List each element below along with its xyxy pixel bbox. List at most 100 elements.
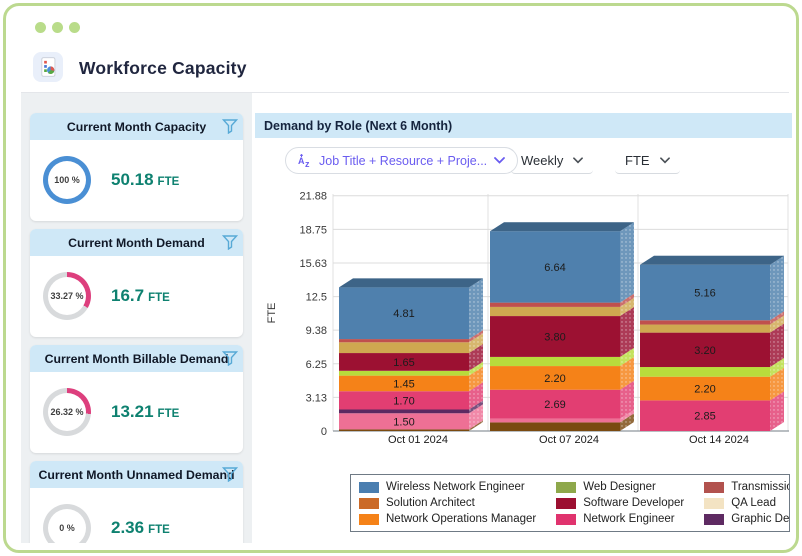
- chart-legend: Wireless Network Engineer Solution Archit…: [350, 474, 790, 532]
- fte-unit: FTE: [157, 408, 180, 420]
- unit-dropdown-label: FTE: [625, 152, 650, 168]
- bar-segment[interactable]: [339, 342, 469, 354]
- chevron-down-icon: [573, 156, 584, 163]
- legend-item[interactable]: Graphic Designer: [704, 513, 789, 525]
- fte-value-group: 50.18 FTE: [111, 170, 179, 190]
- percent-ring: 26.32 %: [43, 388, 91, 436]
- filter-icon[interactable]: [222, 350, 238, 366]
- window-dot-icon[interactable]: [69, 22, 80, 33]
- segment-value-label: 6.64: [544, 262, 565, 274]
- bar-segment[interactable]: [490, 356, 620, 367]
- card-current-month-billable-demand: Current Month Billable Demand 26.32 % 13…: [30, 345, 243, 453]
- segment-value-label: 2.69: [544, 399, 565, 411]
- percent-label: 100 %: [54, 175, 80, 185]
- segment-value-label: 1.45: [393, 378, 414, 390]
- bar-top-face-shade: [339, 278, 483, 288]
- bar-top-face-shade: [640, 255, 784, 265]
- demand-by-role-chart: 03.136.259.3812.515.6318.7521.88FTE1.501…: [266, 191, 789, 446]
- window-traffic-dots: [35, 22, 80, 33]
- card-body: 100 % 50.18 FTE: [30, 140, 243, 204]
- segment-value-label: 3.20: [694, 345, 715, 357]
- legend-item[interactable]: Software Developer: [556, 497, 684, 509]
- filter-icon[interactable]: [222, 234, 238, 250]
- capacity-sidebar: Current Month Capacity 100 % 50.18 FTE Cu…: [21, 93, 252, 543]
- y-tick-label: 21.88: [299, 191, 327, 203]
- card-body: 0 % 2.36 FTE: [30, 488, 243, 543]
- interval-dropdown[interactable]: Weekly: [511, 147, 594, 174]
- card-body: 33.27 % 16.7 FTE: [30, 256, 243, 320]
- fte-value: 50.18: [111, 170, 154, 189]
- x-axis-label: Oct 14 2024: [689, 434, 749, 446]
- legend-item[interactable]: Network Operations Manager: [359, 513, 536, 525]
- sort-dropdown-label: Job Title + Resource + Proje...: [319, 153, 488, 168]
- segment-value-label: 2.85: [694, 411, 715, 423]
- segment-value-label: 1.70: [393, 395, 414, 407]
- card-title: Current Month Capacity: [66, 119, 207, 134]
- legend-item[interactable]: Web Designer: [556, 481, 684, 493]
- bar-segment[interactable]: [640, 324, 770, 333]
- bar-oct-01-2024: 1.50 1.70 1.45 1.65 4.81: [339, 278, 483, 431]
- legend-label: Solution Architect: [386, 497, 475, 509]
- bar-segment[interactable]: [339, 409, 469, 414]
- unit-dropdown[interactable]: FTE: [615, 147, 680, 174]
- legend-item[interactable]: QA Lead: [704, 497, 789, 509]
- svg-text:A: A: [298, 156, 305, 166]
- segment-value-label: 2.20: [694, 384, 715, 396]
- legend-item[interactable]: Transmission Engineer: [704, 481, 789, 493]
- legend-swatch-icon: [704, 481, 725, 493]
- legend-label: Wireless Network Engineer: [386, 481, 525, 493]
- panel-header: Demand by Role (Next 6 Month): [255, 113, 792, 138]
- bar-segment[interactable]: [339, 370, 469, 376]
- segment-value-label: 4.81: [393, 308, 414, 320]
- bar-segment[interactable]: [490, 306, 620, 317]
- card-header: Current Month Unnamed Demand: [30, 461, 243, 488]
- fte-value-group: 2.36 FTE: [111, 518, 170, 538]
- legend-swatch-icon: [556, 481, 577, 493]
- card-current-month-demand: Current Month Demand 33.27 % 16.7 FTE: [30, 229, 243, 337]
- percent-label: 0 %: [59, 523, 75, 533]
- fte-unit: FTE: [157, 176, 180, 188]
- percent-label: 26.32 %: [50, 407, 84, 417]
- app-window: Workforce Capacity Current Month Capacit…: [3, 3, 799, 553]
- window-dot-icon[interactable]: [52, 22, 63, 33]
- percent-label: 33.27 %: [50, 291, 84, 301]
- y-tick-label: 18.75: [299, 224, 327, 236]
- segment-value-label: 2.20: [544, 373, 565, 385]
- segment-value-label: 1.50: [393, 416, 414, 428]
- fte-value: 13.21: [111, 402, 154, 421]
- legend-swatch-icon: [556, 497, 577, 509]
- window-dot-icon[interactable]: [35, 22, 46, 33]
- bar-segment[interactable]: [490, 302, 620, 307]
- legend-item[interactable]: Wireless Network Engineer: [359, 481, 536, 493]
- fte-unit: FTE: [148, 524, 170, 536]
- sort-dropdown[interactable]: A z Job Title + Resource + Proje...: [285, 147, 519, 174]
- demand-by-role-panel: Demand by Role (Next 6 Month) A z Job Ti…: [255, 113, 792, 543]
- filter-icon[interactable]: [222, 118, 238, 134]
- legend-label: Software Developer: [583, 497, 685, 509]
- bar-segment[interactable]: [339, 429, 469, 431]
- percent-ring: 33.27 %: [43, 272, 91, 320]
- x-axis-label: Oct 07 2024: [539, 434, 599, 446]
- workforce-report-icon: [33, 52, 63, 82]
- y-tick-label: 12.5: [306, 292, 327, 304]
- legend-swatch-icon: [359, 497, 379, 509]
- bar-segment[interactable]: [640, 367, 770, 377]
- y-tick-label: 3.13: [306, 392, 327, 404]
- bar-segment[interactable]: [339, 339, 469, 343]
- segment-value-label: 1.65: [393, 357, 414, 369]
- fte-unit: FTE: [148, 292, 170, 304]
- bar-segment[interactable]: [490, 422, 620, 431]
- legend-swatch-icon: [556, 513, 577, 525]
- bar-segment[interactable]: [490, 418, 620, 423]
- bar-segment-side-dots: [469, 278, 483, 340]
- legend-label: QA Lead: [731, 497, 776, 509]
- filter-icon[interactable]: [222, 466, 238, 482]
- sort-alpha-icon: A z: [298, 153, 310, 168]
- x-axis-label: Oct 01 2024: [388, 434, 448, 446]
- card-current-month-unnamed-demand: Current Month Unnamed Demand 0 % 2.36 FTE: [30, 461, 243, 543]
- legend-item[interactable]: Network Engineer: [556, 513, 684, 525]
- chevron-down-icon: [494, 157, 506, 164]
- bar-oct-07-2024: 2.69 2.20 3.80 6.64: [490, 222, 634, 431]
- legend-item[interactable]: Solution Architect: [359, 497, 536, 509]
- bar-segment[interactable]: [640, 320, 770, 325]
